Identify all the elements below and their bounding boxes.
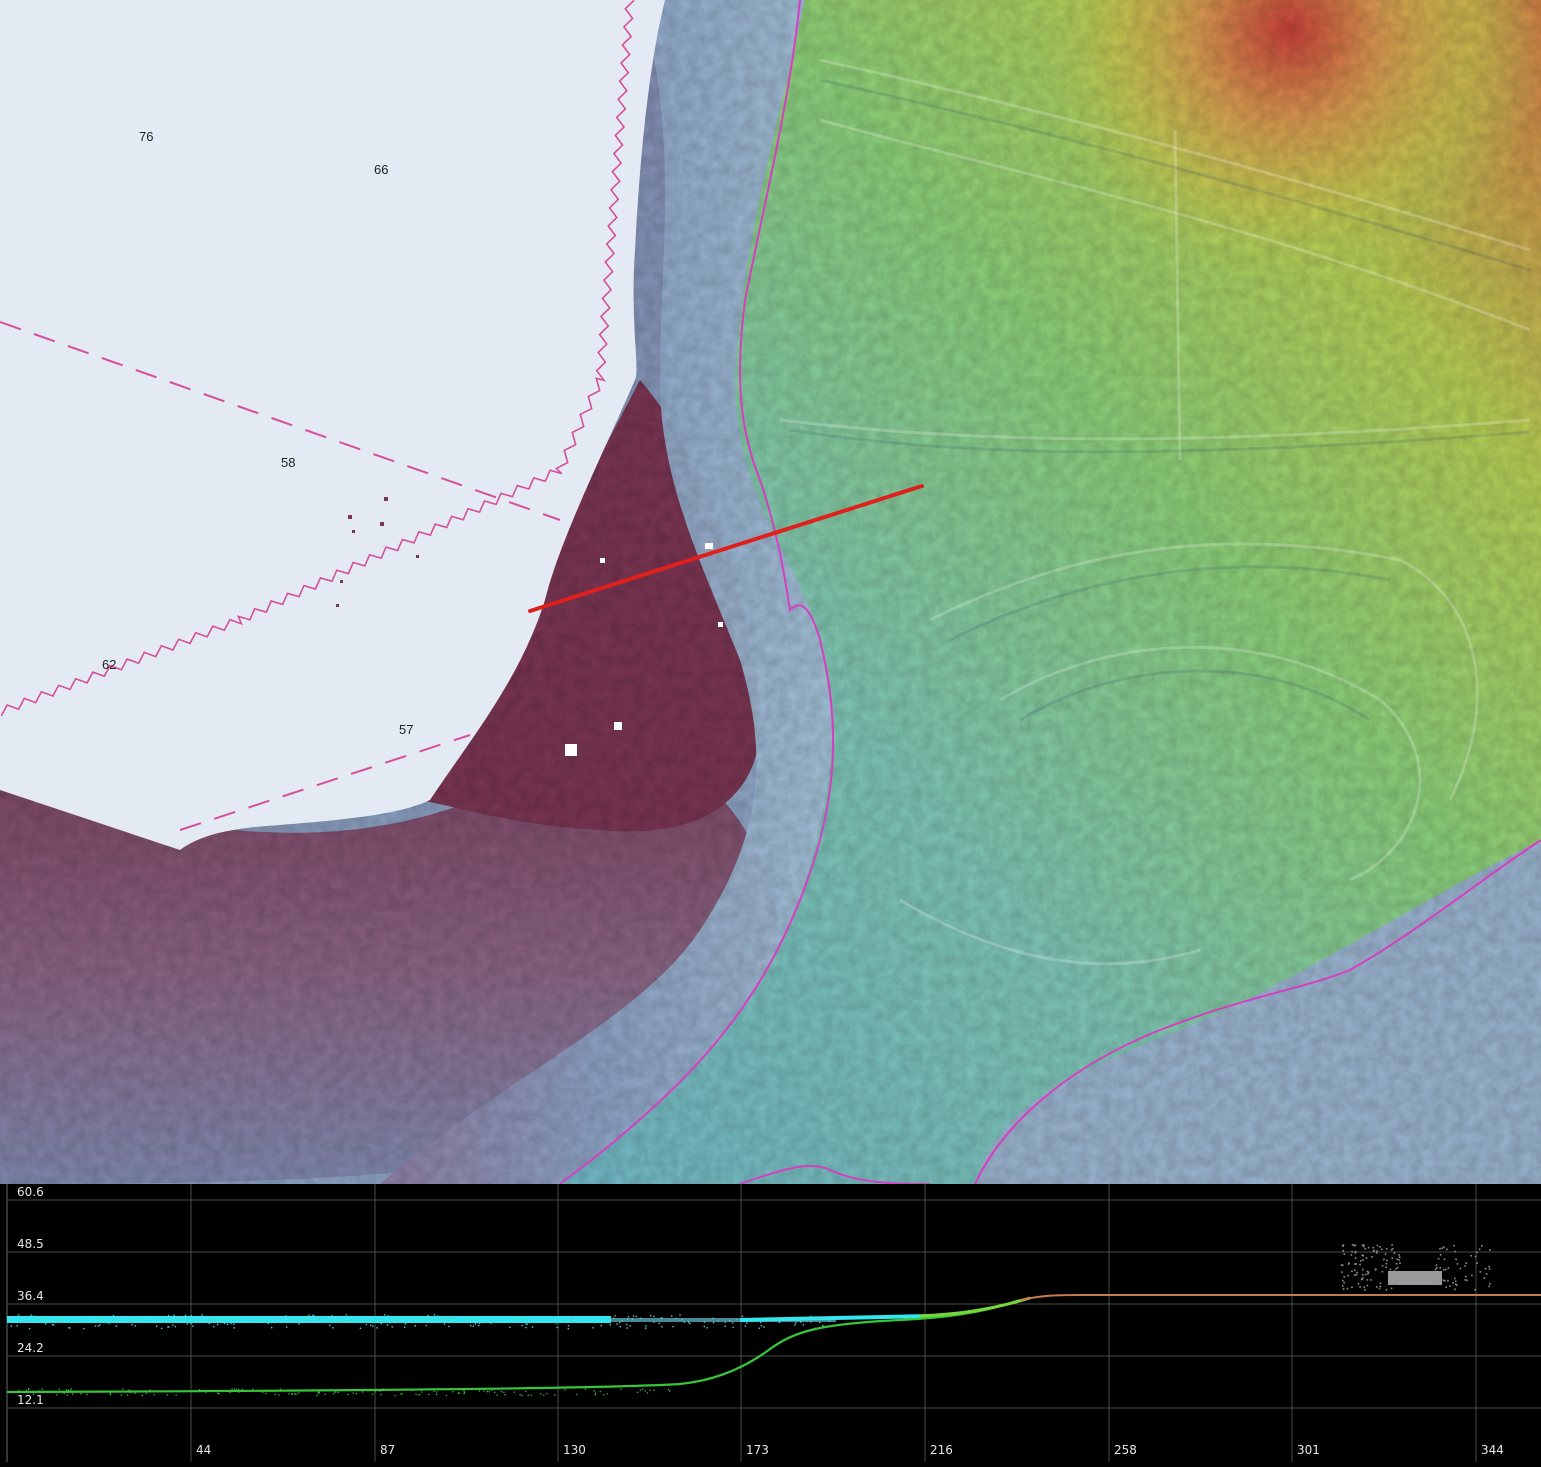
x-tick-258: 258 <box>1114 1443 1137 1457</box>
x-tick-301: 301 <box>1297 1443 1320 1457</box>
x-tick-44: 44 <box>196 1443 211 1457</box>
x-tick-130: 130 <box>563 1443 586 1457</box>
map-canvas[interactable]: 76 66 58 62 57 <box>0 0 1541 1184</box>
profile-canvas[interactable]: 60.6 48.5 36.4 24.2 12.1 44 87 130 173 2… <box>0 1184 1541 1462</box>
x-tick-87: 87 <box>380 1443 395 1457</box>
y-tick-12-1: 12.1 <box>17 1393 44 1407</box>
depth-label-66: 66 <box>374 162 388 177</box>
depth-label-62: 62 <box>102 657 116 672</box>
x-tick-216: 216 <box>930 1443 953 1457</box>
depth-label-76: 76 <box>139 129 153 144</box>
y-tick-48-5: 48.5 <box>17 1237 44 1251</box>
bathymetry-map[interactable]: 76 66 58 62 57 <box>0 0 1541 1184</box>
elevation-profile-panel[interactable]: 60.6 48.5 36.4 24.2 12.1 44 87 130 173 2… <box>0 1184 1541 1462</box>
y-tick-24-2: 24.2 <box>17 1341 44 1355</box>
depth-label-57: 57 <box>399 722 413 737</box>
depth-label-58: 58 <box>281 455 295 470</box>
x-tick-173: 173 <box>746 1443 769 1457</box>
x-tick-344: 344 <box>1481 1443 1504 1457</box>
y-tick-60-6: 60.6 <box>17 1185 44 1199</box>
y-tick-36-4: 36.4 <box>17 1289 44 1303</box>
